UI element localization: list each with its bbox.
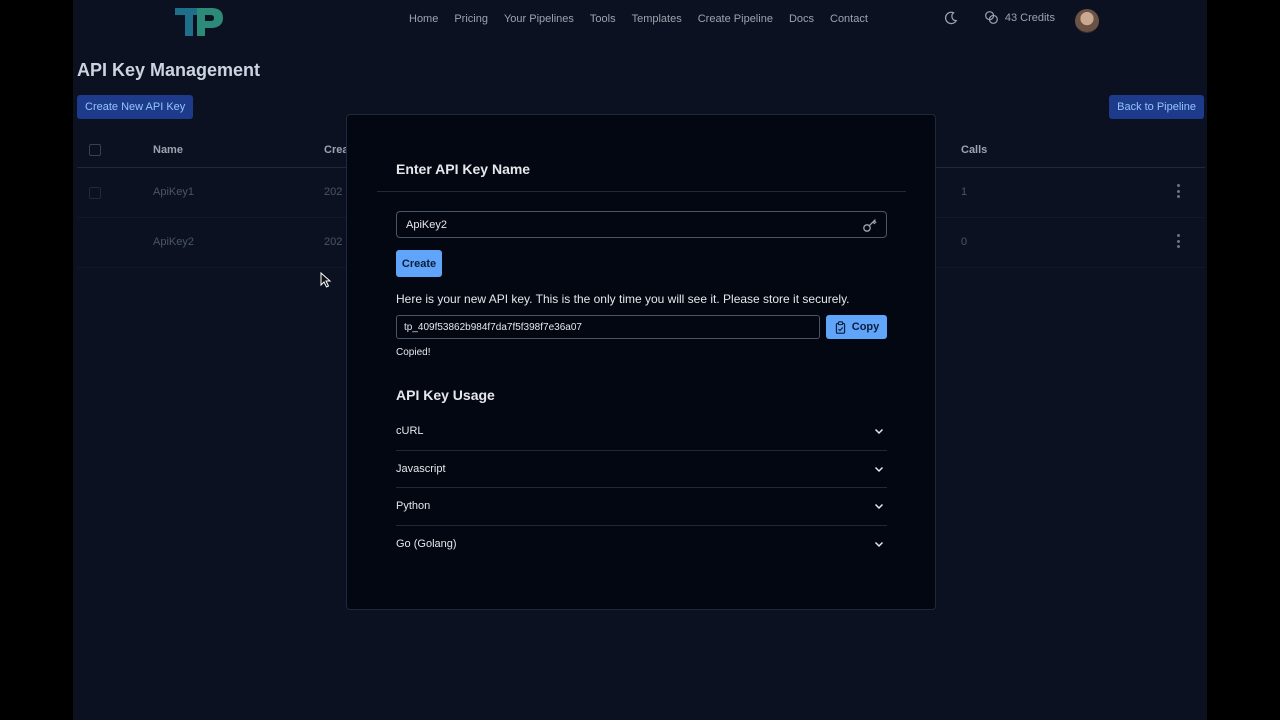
row-calls: 0 [961, 236, 968, 248]
accordion-label: cURL [396, 425, 424, 438]
credits-label: 43 Credits [1004, 11, 1055, 24]
accordion-item-javascript[interactable]: Javascript [396, 451, 887, 488]
api-key-name-input[interactable] [396, 211, 887, 238]
row-calls: 1 [961, 186, 968, 198]
modal-divider [377, 191, 906, 192]
nav-link-templates[interactable]: Templates [632, 13, 682, 25]
page-title: API Key Management [77, 60, 261, 80]
credits-display[interactable]: 43 Credits [984, 10, 1055, 25]
create-api-key-modal: Enter API Key Name Create Here is your n… [346, 114, 936, 610]
create-new-api-key-button[interactable]: Create New API Key [77, 95, 194, 119]
chevron-down-icon [874, 466, 884, 472]
select-all-checkbox[interactable] [89, 144, 101, 156]
logo[interactable] [173, 4, 225, 38]
nav-link-tools[interactable]: Tools [590, 13, 616, 25]
back-to-pipeline-button[interactable]: Back to Pipeline [1109, 95, 1204, 119]
row-created: 202 [324, 236, 343, 248]
accordion-label: Go (Golang) [396, 538, 457, 551]
usage-accordion: cURL Javascript Python Go (Golang) [396, 413, 887, 563]
nav-link-your-pipelines[interactable]: Your Pipelines [504, 13, 574, 25]
coins-icon [984, 11, 998, 24]
nav-link-create-pipeline[interactable]: Create Pipeline [698, 13, 773, 25]
avatar[interactable] [1075, 9, 1099, 33]
nav-link-pricing[interactable]: Pricing [454, 13, 488, 25]
accordion-label: Python [396, 500, 431, 513]
more-options-icon[interactable] [1177, 234, 1181, 248]
header-created: Crea [324, 144, 349, 156]
nav-link-home[interactable]: Home [409, 13, 438, 25]
mouse-cursor-icon [320, 272, 332, 288]
nav-link-docs[interactable]: Docs [789, 13, 814, 25]
nav-links: Home Pricing Your Pipelines Tools Templa… [409, 13, 868, 25]
api-key-notice: Here is your new API key. This is the on… [396, 292, 850, 306]
navbar: Home Pricing Your Pipelines Tools Templa… [73, 0, 1207, 42]
key-icon [863, 219, 877, 232]
accordion-item-curl[interactable]: cURL [396, 413, 887, 451]
chevron-down-icon [874, 429, 884, 435]
row-name: ApiKey1 [153, 186, 194, 198]
chevron-down-icon [874, 504, 884, 510]
copy-button[interactable]: Copy [826, 315, 887, 339]
row-name: ApiKey2 [153, 236, 194, 248]
modal-title: Enter API Key Name [396, 161, 531, 177]
header-name: Name [153, 144, 183, 156]
header-calls: Calls [961, 144, 988, 156]
row-checkbox[interactable] [89, 187, 101, 199]
clipboard-icon [835, 320, 845, 334]
nav-right: 43 Credits [944, 10, 1055, 25]
copy-label: Copy [851, 321, 880, 333]
row-created: 202 [324, 186, 343, 198]
more-options-icon[interactable] [1177, 184, 1181, 198]
accordion-label: Javascript [396, 462, 446, 475]
create-button[interactable]: Create [396, 250, 442, 277]
nav-link-contact[interactable]: Contact [830, 13, 868, 25]
accordion-item-python[interactable]: Python [396, 488, 887, 526]
accordion-item-go[interactable]: Go (Golang) [396, 526, 887, 564]
usage-title: API Key Usage [396, 387, 495, 403]
chevron-down-icon [874, 542, 884, 548]
copied-status: Copied! [396, 347, 431, 358]
api-key-field[interactable] [396, 315, 820, 339]
moon-icon[interactable] [944, 11, 958, 25]
